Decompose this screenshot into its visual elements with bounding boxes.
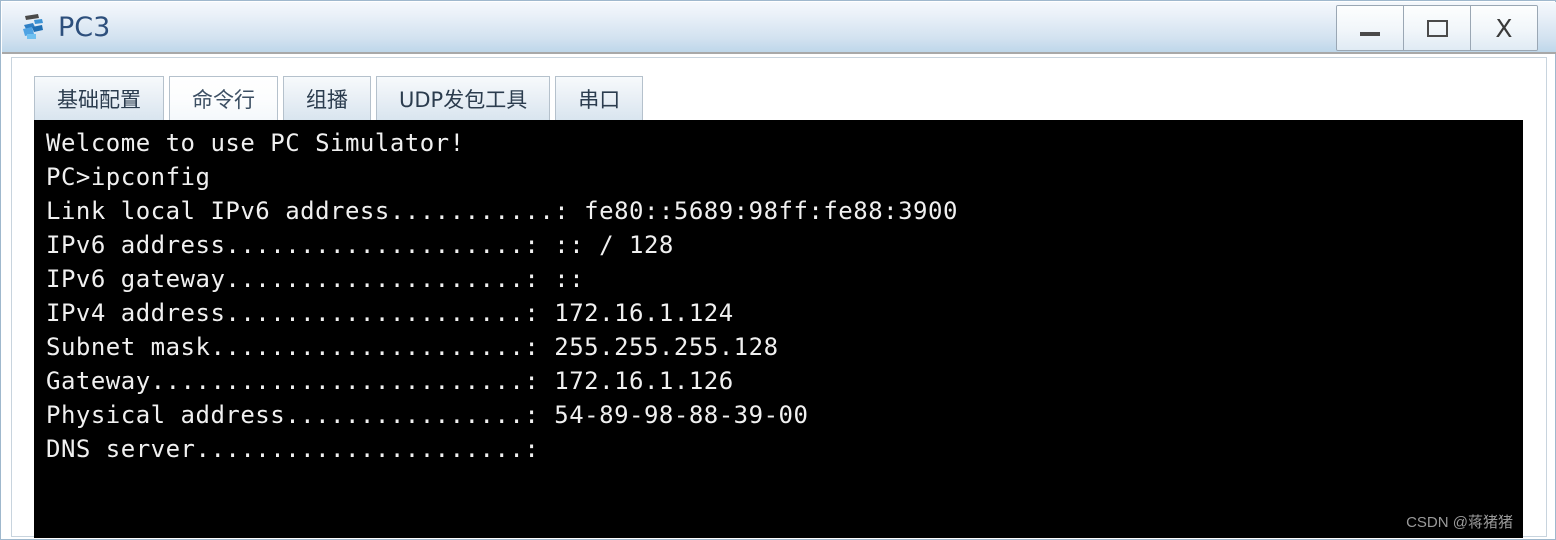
terminal-line: DNS server......................: xyxy=(46,435,540,463)
terminal-line: Link local IPv6 address...........: fe80… xyxy=(46,197,958,225)
minimize-icon xyxy=(1360,32,1380,36)
tab-command-line[interactable]: 命令行 xyxy=(169,76,278,120)
close-button[interactable]: X xyxy=(1471,6,1537,50)
client-area: 基础配置 命令行 组播 UDP发包工具 串口 Welcome to use PC… xyxy=(11,57,1547,538)
tab-strip: 基础配置 命令行 组播 UDP发包工具 串口 xyxy=(34,74,648,120)
pc-simulator-window: PC3 X 基础配置 命令行 组播 UDP发包工具 串口 Welcome to … xyxy=(0,0,1556,540)
pc-device-icon xyxy=(18,10,52,44)
terminal-line: Welcome to use PC Simulator! xyxy=(46,129,465,157)
terminal-line: Subnet mask.....................: 255.25… xyxy=(46,333,779,361)
tab-udp-tool[interactable]: UDP发包工具 xyxy=(376,76,551,120)
minimize-button[interactable] xyxy=(1337,6,1404,50)
terminal-line: IPv4 address....................: 172.16… xyxy=(46,299,734,327)
tab-basic-config[interactable]: 基础配置 xyxy=(34,76,164,120)
terminal-line: IPv6 address....................: :: / 1… xyxy=(46,231,674,259)
window-controls: X xyxy=(1336,5,1538,51)
terminal-output[interactable]: Welcome to use PC Simulator! PC>ipconfig… xyxy=(34,120,1523,538)
terminal-line: Physical address................: 54-89-… xyxy=(46,401,809,429)
terminal-line: PC>ipconfig xyxy=(46,163,211,191)
maximize-button[interactable] xyxy=(1404,6,1471,50)
title-bar: PC3 X xyxy=(2,2,1556,54)
tab-multicast[interactable]: 组播 xyxy=(283,76,371,120)
terminal-text-block: Welcome to use PC Simulator! PC>ipconfig… xyxy=(34,120,1523,466)
watermark: CSDN @蒋猪猪 xyxy=(1406,514,1513,531)
terminal-line: IPv6 gateway....................: :: xyxy=(46,265,585,293)
maximize-icon xyxy=(1426,19,1448,37)
tab-serial-port[interactable]: 串口 xyxy=(555,76,644,120)
terminal-line: Gateway.........................: 172.16… xyxy=(46,367,734,395)
close-icon: X xyxy=(1495,13,1513,43)
title-bar-left: PC3 xyxy=(18,7,110,47)
window-title: PC3 xyxy=(58,11,111,43)
